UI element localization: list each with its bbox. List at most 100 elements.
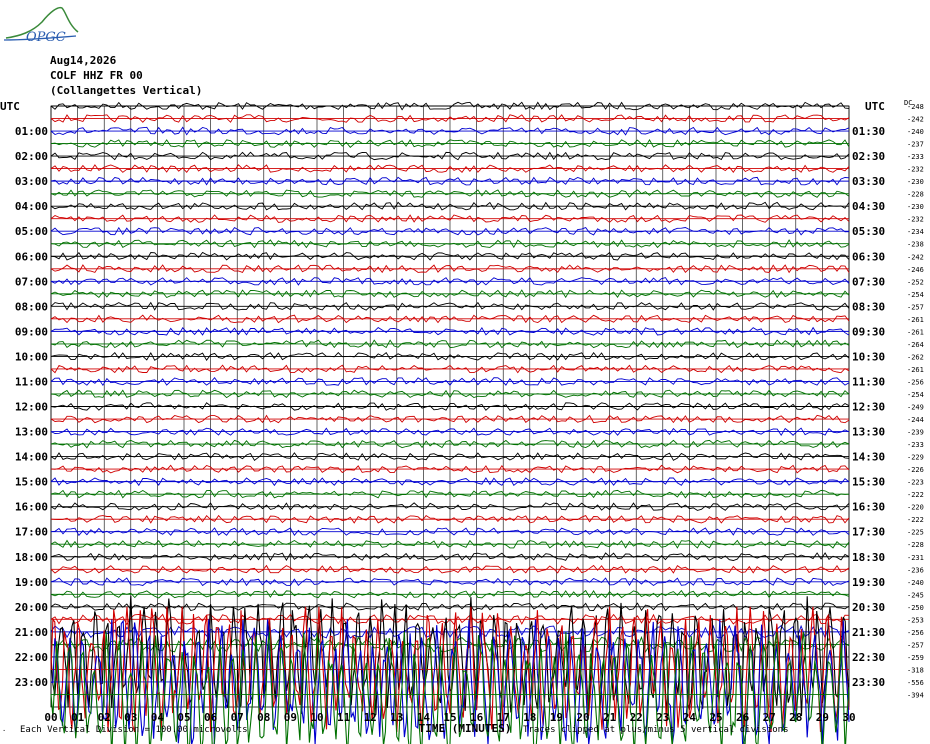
right-label-7: 07:30 <box>852 275 885 288</box>
x-tick-label-24: 24 <box>683 711 697 724</box>
left-label-6: 06:00 <box>15 250 48 263</box>
left-label-14: 14:00 <box>15 451 48 464</box>
left-label-21: 21:00 <box>15 626 48 639</box>
dc-offset-20: -264 <box>907 341 924 349</box>
scale-note: Each Vertical Division = 100.00 microvol… <box>20 725 248 735</box>
dc-offset-45: -259 <box>907 654 924 662</box>
dc-offset-27: -239 <box>907 429 924 437</box>
x-tick-label-12: 12 <box>364 711 377 724</box>
dc-offset-3: -240 <box>907 128 924 136</box>
x-tick-label-06: 06 <box>204 711 218 724</box>
x-tick-label-00: 00 <box>44 711 57 724</box>
left-label-11: 11:00 <box>15 375 48 388</box>
dc-offset-34: -222 <box>907 516 924 524</box>
left-label-7: 07:00 <box>15 275 48 288</box>
dc-offset-24: -254 <box>907 391 924 399</box>
x-tick-label-08: 08 <box>257 711 270 724</box>
dc-offset-19: -261 <box>907 328 924 336</box>
left-label-10: 10:00 <box>15 350 48 363</box>
x-tick-label-19: 19 <box>550 711 563 724</box>
right-label-11: 11:30 <box>852 375 885 388</box>
right-label-22: 22:30 <box>852 651 885 664</box>
right-label-0: UTC <box>865 100 885 113</box>
dc-offset-15: -252 <box>907 278 924 286</box>
dc-offset-26: -244 <box>907 416 924 424</box>
x-tick-label-26: 26 <box>736 711 750 724</box>
right-label-10: 10:30 <box>852 350 885 363</box>
x-tick-label-10: 10 <box>310 711 323 724</box>
x-tick-label-28: 28 <box>789 711 802 724</box>
dc-offset-2: -242 <box>907 116 924 124</box>
left-label-22: 22:00 <box>15 651 48 664</box>
right-label-2: 02:30 <box>852 150 885 163</box>
left-label-15: 15:00 <box>15 476 48 489</box>
dc-offset-7: -230 <box>907 178 924 186</box>
left-label-12: 12:00 <box>15 401 48 414</box>
dc-offset-29: -229 <box>907 454 924 462</box>
dc-offset-43: -256 <box>907 629 924 637</box>
dc-offset-21: -262 <box>907 353 924 361</box>
dc-offset-47: -556 <box>907 679 924 687</box>
x-tick-label-27: 27 <box>763 711 776 724</box>
dc-offset-46: -318 <box>907 666 924 674</box>
left-label-16: 16:00 <box>15 501 48 514</box>
dc-offset-41: -250 <box>907 604 924 612</box>
x-tick-label-03: 03 <box>124 711 137 724</box>
dc-offset-42: -253 <box>907 616 924 624</box>
right-label-21: 21:30 <box>852 626 885 639</box>
dc-offset-32: -222 <box>907 491 924 499</box>
dc-offset-37: -231 <box>907 554 924 562</box>
x-tick-label-11: 11 <box>337 711 351 724</box>
dc-offset-22: -261 <box>907 366 924 374</box>
dc-offset-17: -257 <box>907 303 924 311</box>
dc-offset-13: -242 <box>907 253 924 261</box>
dc-label: DC <box>904 99 912 107</box>
x-tick-label-07: 07 <box>231 711 244 724</box>
right-label-4: 04:30 <box>852 200 885 213</box>
dc-offset-4: -237 <box>907 141 924 149</box>
right-label-5: 05:30 <box>852 225 885 238</box>
left-label-19: 19:00 <box>15 576 48 589</box>
left-label-5: 05:00 <box>15 225 48 238</box>
left-label-23: 23:00 <box>15 676 48 689</box>
right-label-20: 20:30 <box>852 601 885 614</box>
right-label-6: 06:30 <box>852 250 885 263</box>
footer-mark: . <box>2 725 7 733</box>
x-tick-label-30: 30 <box>842 711 855 724</box>
x-tick-label-25: 25 <box>709 711 722 724</box>
left-label-9: 09:00 <box>15 325 48 338</box>
left-label-1: 01:00 <box>15 125 48 138</box>
right-label-19: 19:30 <box>852 576 885 589</box>
right-label-8: 08:30 <box>852 300 885 313</box>
dc-offset-30: -226 <box>907 466 924 474</box>
right-label-15: 15:30 <box>852 476 885 489</box>
right-label-1: 01:30 <box>852 125 885 138</box>
left-label-18: 18:00 <box>15 551 48 564</box>
dc-offset-12: -238 <box>907 241 924 249</box>
right-label-9: 09:30 <box>852 325 885 338</box>
left-label-20: 20:00 <box>15 601 48 614</box>
right-label-23: 23:30 <box>852 676 885 689</box>
dc-offset-39: -240 <box>907 579 924 587</box>
x-tick-label-04: 04 <box>151 711 165 724</box>
dc-offset-48: -394 <box>907 691 924 699</box>
dc-offset-33: -220 <box>907 504 924 512</box>
x-tick-label-01: 01 <box>71 711 85 724</box>
dc-offset-16: -254 <box>907 291 924 299</box>
x-tick-label-18: 18 <box>523 711 536 724</box>
dc-offset-31: -223 <box>907 479 924 487</box>
dc-offset-36: -228 <box>907 541 924 549</box>
dc-offset-23: -256 <box>907 378 924 386</box>
right-label-13: 13:30 <box>852 426 885 439</box>
left-label-0: UTC <box>0 100 20 113</box>
dc-offset-18: -261 <box>907 316 924 324</box>
dc-offset-25: -249 <box>907 404 924 412</box>
helicorder-plot: -248-242-240-237-233-232-230-228-230-232… <box>0 99 924 744</box>
right-label-17: 17:30 <box>852 526 885 539</box>
left-label-4: 04:00 <box>15 200 48 213</box>
dc-offset-35: -225 <box>907 529 924 537</box>
x-axis-title: TIME (MINUTES) <box>419 722 512 735</box>
right-label-14: 14:30 <box>852 451 885 464</box>
right-label-3: 03:30 <box>852 175 885 188</box>
right-label-12: 12:30 <box>852 401 885 414</box>
